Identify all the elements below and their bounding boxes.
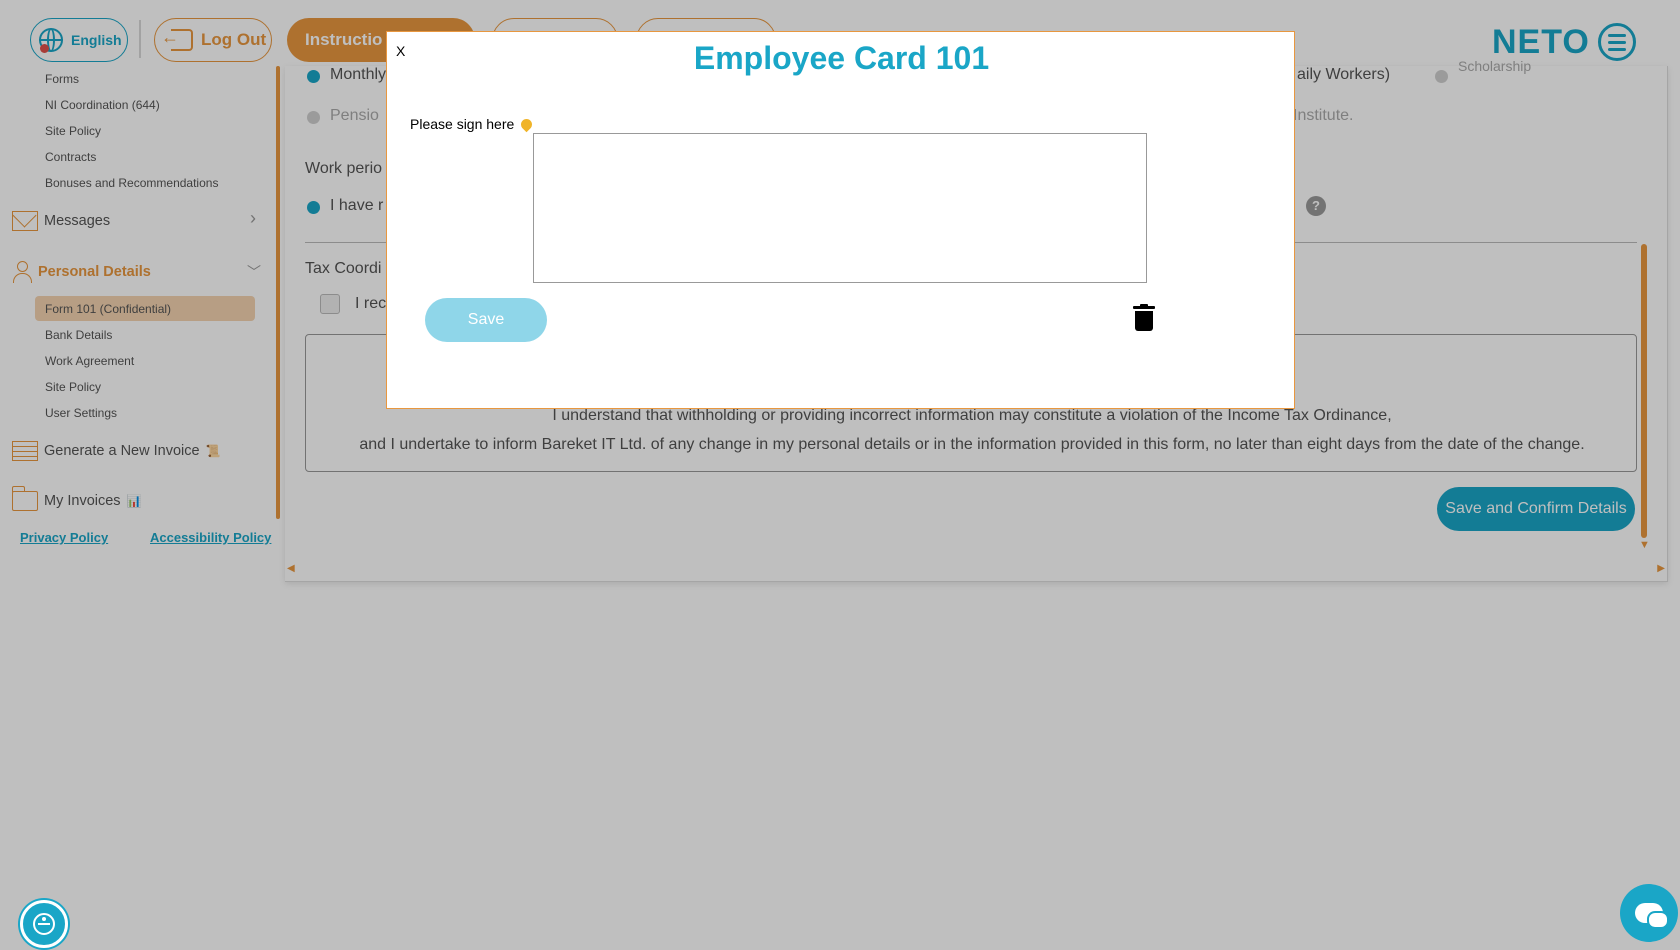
- save-signature-button[interactable]: Save: [425, 298, 547, 342]
- sign-label-text: Please sign here: [410, 116, 515, 132]
- accessibility-button[interactable]: [20, 900, 68, 948]
- employee-card-modal: X Employee Card 101 Please sign here Sav…: [386, 31, 1295, 409]
- pointing-hand-icon: [519, 116, 535, 132]
- trash-icon[interactable]: [1133, 304, 1155, 332]
- app-root: English Log Out Instructio NETO Forms NI…: [0, 0, 1680, 950]
- modal-title: Employee Card 101: [693, 40, 990, 76]
- sign-prompt: Please sign here: [410, 116, 535, 132]
- signature-pad[interactable]: [533, 133, 1147, 283]
- chat-button[interactable]: [1620, 884, 1678, 942]
- accessibility-icon: [33, 913, 55, 935]
- chat-bubbles-icon: [1635, 903, 1669, 929]
